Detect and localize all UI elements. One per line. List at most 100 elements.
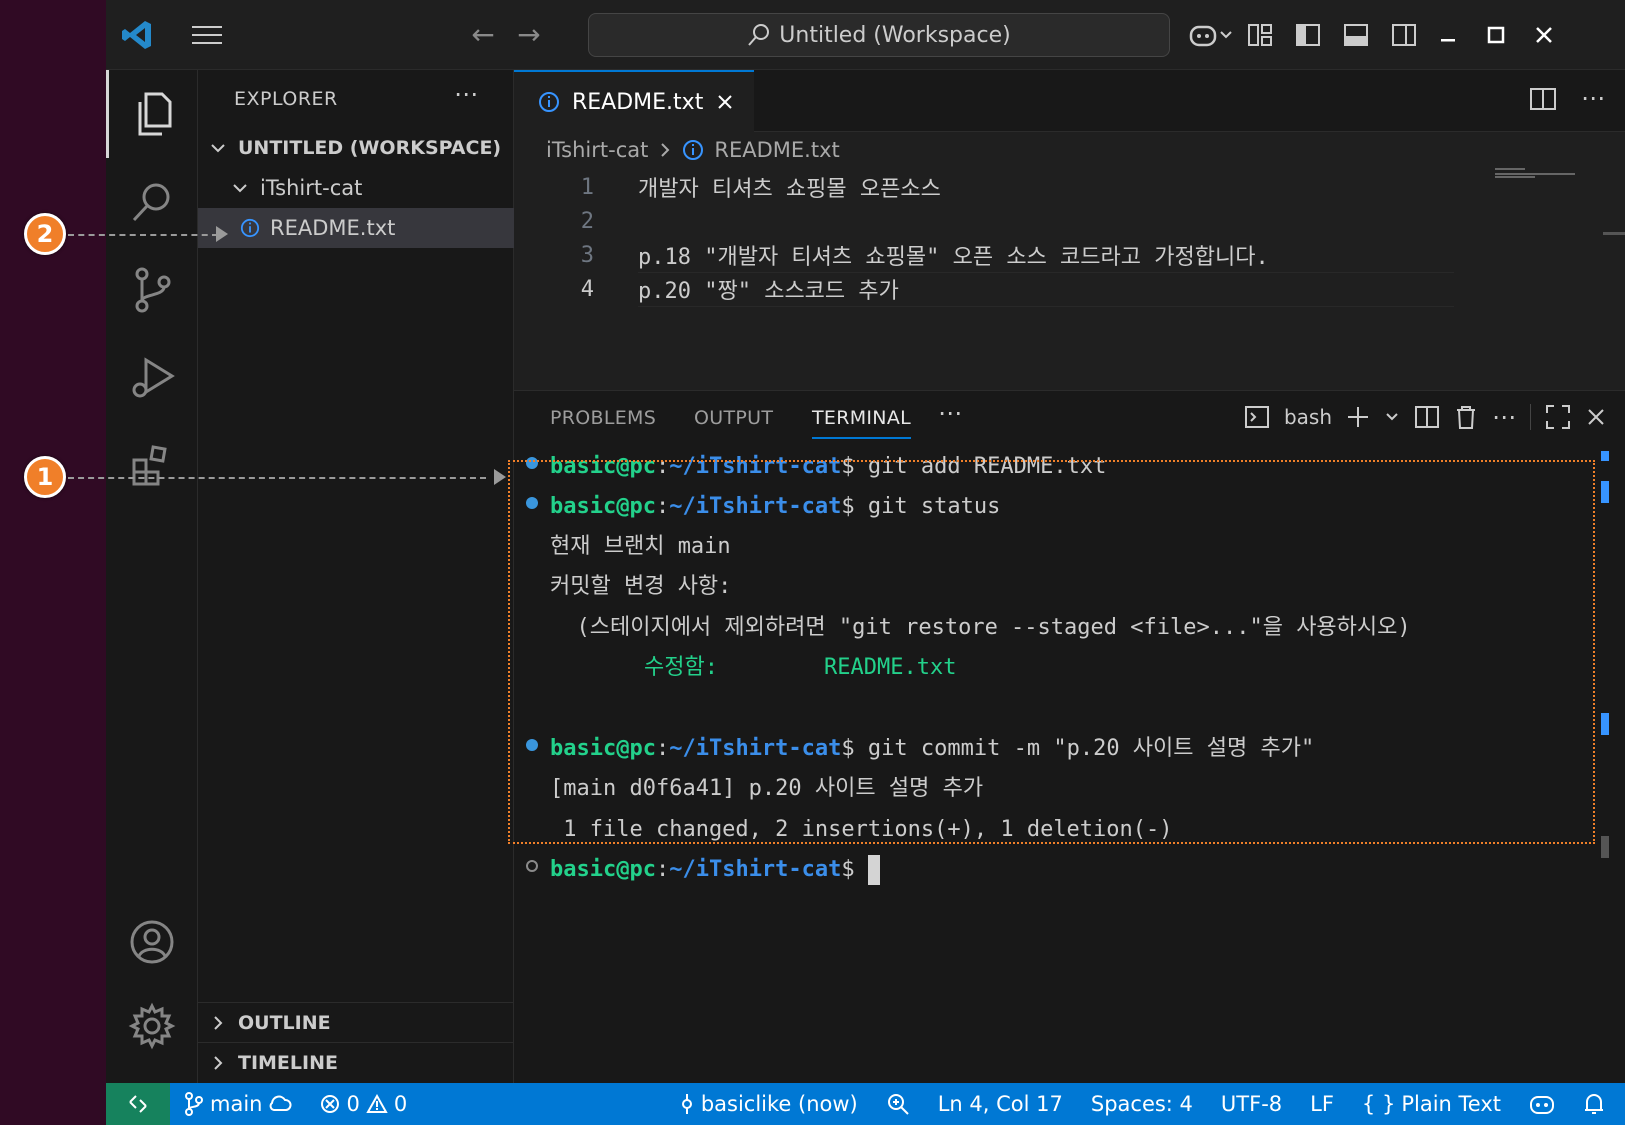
encoding[interactable]: UTF-8 — [1207, 1083, 1296, 1125]
copilot-status[interactable] — [1515, 1083, 1569, 1125]
bottom-panel: PROBLEMS OUTPUT TERMINAL ⋯ bash ⋯ basic@… — [514, 390, 1625, 1083]
notifications[interactable] — [1569, 1083, 1625, 1125]
search-label: Untitled (Workspace) — [779, 22, 1011, 48]
terminal-output-modified: 수정함: — [644, 655, 718, 680]
code-line[interactable]: 1 개발자 티셔츠 쇼핑몰 오픈소스 — [514, 170, 1554, 204]
maximize-icon[interactable] — [1480, 19, 1512, 51]
command-pending-dot[interactable] — [526, 860, 538, 872]
code-line[interactable]: 3 p.18 "개발자 티셔츠 쇼핑몰" 오픈 소스 코드라고 가정합니다. — [514, 238, 1554, 272]
divider — [1530, 404, 1531, 430]
timeline-label: TIMELINE — [238, 1051, 338, 1074]
command-center-search[interactable]: Untitled (Workspace) — [588, 13, 1170, 57]
close-panel-icon[interactable] — [1585, 406, 1607, 428]
branch-indicator[interactable]: main — [170, 1083, 306, 1125]
explorer-button[interactable] — [106, 70, 198, 158]
terminal-output: 현재 브랜치 main — [550, 534, 731, 559]
workspace-root[interactable]: UNTITLED (WORKSPACE) — [198, 128, 514, 168]
tab-output[interactable]: OUTPUT — [694, 407, 773, 429]
remote-indicator[interactable] — [106, 1083, 170, 1125]
accounts-button[interactable] — [106, 898, 198, 986]
more-panels-icon[interactable]: ⋯ — [938, 399, 962, 427]
code-line-current[interactable]: 4 p.20 "짱" 소스코드 추가 — [514, 272, 1554, 307]
tab-problems[interactable]: PROBLEMS — [550, 407, 656, 429]
extensions-button[interactable] — [106, 422, 198, 510]
search-icon — [132, 183, 170, 222]
bell-icon — [1585, 1094, 1603, 1114]
panel-tabs: PROBLEMS OUTPUT TERMINAL ⋯ bash ⋯ — [514, 391, 1625, 451]
forward-arrow-icon[interactable]: → — [514, 20, 544, 50]
copilot-icon — [1189, 25, 1217, 47]
git-branch-icon — [185, 1092, 203, 1116]
shell-label[interactable]: bash — [1284, 405, 1332, 429]
run-debug-button[interactable] — [106, 334, 198, 422]
more-actions-icon[interactable]: ⋯ — [1492, 403, 1516, 431]
maximize-panel-icon[interactable] — [1545, 404, 1571, 430]
command-success-dot[interactable] — [526, 497, 538, 509]
vscode-window: ← → Untitled (Workspace) EXPLORER ⋯ UNTI… — [106, 0, 1625, 1125]
toggle-primary-sidebar-icon[interactable] — [1292, 19, 1324, 51]
more-actions-icon[interactable]: ⋯ — [454, 80, 478, 108]
chevron-right-icon — [208, 1053, 228, 1073]
split-terminal-icon[interactable] — [1414, 404, 1440, 430]
git-blame-indicator[interactable]: basiclike (now) — [665, 1083, 872, 1125]
copilot-menu[interactable] — [1188, 18, 1234, 52]
language-mode[interactable]: { } Plain Text — [1348, 1083, 1515, 1125]
braces-icon: { } — [1361, 1092, 1396, 1116]
manage-button[interactable] — [106, 982, 198, 1070]
back-arrow-icon[interactable]: ← — [468, 20, 498, 50]
source-control-button[interactable] — [106, 246, 198, 334]
copilot-icon — [1530, 1096, 1554, 1114]
timeline-section[interactable]: TIMELINE — [198, 1042, 514, 1082]
hamburger-menu-icon[interactable] — [190, 22, 224, 48]
trash-icon[interactable] — [1454, 404, 1478, 430]
workspace-label: UNTITLED (WORKSPACE) — [238, 137, 502, 159]
terminal-line: basic@pc:~/iTshirt-cat$ git commit -m "p… — [550, 736, 1315, 761]
file-readme[interactable]: README.txt — [198, 208, 514, 248]
search-view-button[interactable] — [106, 158, 198, 246]
error-icon — [321, 1095, 340, 1113]
account-icon — [130, 920, 174, 964]
code-line[interactable]: 2 — [514, 204, 1554, 238]
cursor-position[interactable]: Ln 4, Col 17 — [924, 1083, 1077, 1125]
customize-layout-icon[interactable] — [1244, 19, 1276, 51]
branch-name: main — [210, 1092, 263, 1116]
remote-icon — [129, 1095, 147, 1113]
minimize-icon[interactable] — [1432, 19, 1464, 51]
more-actions-icon[interactable]: ⋯ — [1581, 86, 1605, 112]
close-icon[interactable] — [715, 92, 735, 112]
new-terminal-icon[interactable] — [1346, 405, 1370, 429]
line-ending[interactable]: LF — [1296, 1083, 1348, 1125]
toggle-panel-icon[interactable] — [1340, 19, 1372, 51]
editor-scrollbar[interactable] — [1603, 232, 1625, 235]
command-success-dot[interactable] — [526, 739, 538, 751]
toggle-secondary-sidebar-icon[interactable] — [1388, 19, 1420, 51]
folder-itshirt-cat[interactable]: iTshirt-cat — [198, 168, 514, 208]
command-success-dot[interactable] — [526, 457, 538, 469]
files-icon — [138, 92, 171, 136]
chevron-down-icon[interactable] — [1384, 409, 1400, 425]
chevron-down-icon — [230, 178, 250, 198]
git-commit-icon — [681, 1094, 692, 1114]
terminal-line: basic@pc:~/iTshirt-cat$ git add README.t… — [550, 454, 1107, 479]
outline-section[interactable]: OUTLINE — [198, 1002, 514, 1042]
extensions-icon — [132, 445, 167, 486]
close-window-icon[interactable] — [1528, 19, 1560, 51]
vscode-logo-icon — [122, 21, 151, 49]
terminal-scrollbar[interactable] — [1601, 451, 1609, 871]
tab-readme[interactable]: README.txt — [514, 70, 754, 132]
minimap[interactable] — [1495, 168, 1585, 188]
gear-icon — [128, 1002, 176, 1050]
terminal-icon — [1244, 406, 1269, 428]
zoom-indicator[interactable] — [872, 1083, 924, 1125]
code-editor[interactable]: 1 개발자 티셔츠 쇼핑몰 오픈소스 2 3 p.18 "개발자 티셔츠 쇼핑몰" … — [514, 170, 1554, 307]
tab-terminal[interactable]: TERMINAL — [812, 407, 912, 439]
chevron-down-icon — [1220, 31, 1232, 39]
blame-text: basiclike (now) — [700, 1092, 858, 1116]
problems-indicator[interactable]: 0 0 — [306, 1083, 421, 1125]
indentation[interactable]: Spaces: 4 — [1077, 1083, 1207, 1125]
line-number: 2 — [580, 208, 594, 234]
breadcrumb-folder[interactable]: iTshirt-cat — [546, 138, 648, 162]
split-editor-icon[interactable] — [1529, 86, 1557, 112]
cloud-sync-icon — [270, 1095, 292, 1111]
breadcrumb-file[interactable]: README.txt — [714, 138, 839, 162]
